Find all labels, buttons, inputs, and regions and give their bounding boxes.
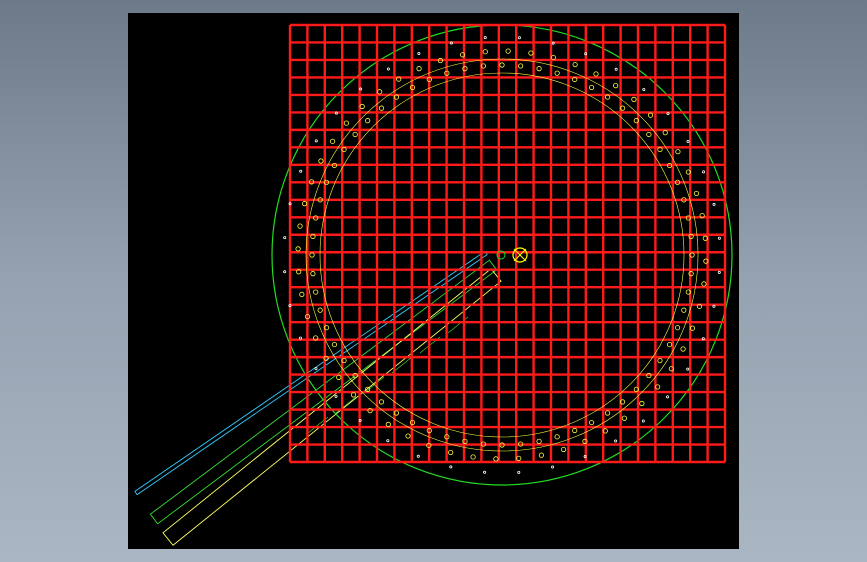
bolt-hole-inner <box>674 325 681 331</box>
bolt-hole-outer <box>647 112 654 118</box>
survey-point <box>686 367 690 371</box>
survey-point <box>483 36 487 40</box>
survey-point <box>386 439 390 443</box>
bolt-hole-inner <box>309 252 315 258</box>
bolt-hole-inner <box>588 419 595 426</box>
bolt-hole-inner <box>554 434 560 440</box>
drawing-canvas[interactable] <box>128 13 739 549</box>
bolt-hole-outer <box>572 61 578 68</box>
bolt-hole-inner <box>499 62 505 68</box>
bolt-hole-inner <box>331 341 338 348</box>
bolt-hole-outer <box>505 48 511 54</box>
bolt-hole-outer <box>538 452 545 458</box>
bolt-hole-outer <box>680 346 686 352</box>
bolt-hole-outer <box>701 281 707 287</box>
bolt-hole-outer <box>299 291 305 298</box>
bolt-hole-inner <box>681 307 687 313</box>
bolt-hole-inner <box>317 307 323 313</box>
survey-point <box>686 139 690 143</box>
survey-point <box>334 394 338 398</box>
bolt-hole-inner <box>313 289 319 295</box>
bolt-hole-outer <box>639 400 645 407</box>
bolt-hole-outer <box>318 158 324 164</box>
survey-point <box>641 419 645 423</box>
survey-point <box>614 67 618 71</box>
bolt-hole-outer <box>631 96 637 102</box>
bolt-hole-outer <box>621 415 627 421</box>
bolt-hole-outer <box>448 449 454 456</box>
bolt-hole-inner <box>657 357 663 364</box>
bolt-hole-inner <box>588 84 595 91</box>
bolt-hole-outer <box>662 130 668 136</box>
survey-point <box>712 304 716 308</box>
survey-point <box>642 87 646 91</box>
survey-point <box>702 170 706 174</box>
cad-viewer <box>0 0 867 562</box>
bolt-hole-inner <box>536 438 542 444</box>
survey-point <box>483 470 487 474</box>
survey-point <box>666 112 670 116</box>
bolt-hole-outer <box>675 149 681 155</box>
survey-point <box>314 139 318 143</box>
bolt-hole-outer <box>343 120 349 126</box>
bolt-hole-inner <box>310 271 316 277</box>
survey-point <box>283 236 287 240</box>
bolt-hole-inner <box>378 399 385 405</box>
survey-point <box>299 169 303 173</box>
survey-point <box>712 202 716 206</box>
bolt-hole-inner <box>646 131 652 138</box>
bolt-hole-outer <box>482 49 488 55</box>
bolt-hole-outer <box>336 374 342 380</box>
survey-point <box>298 336 302 340</box>
survey-point <box>386 67 390 71</box>
survey-point <box>417 51 421 55</box>
bolt-hole-outer <box>405 433 411 439</box>
cad-drawing[interactable] <box>128 13 739 549</box>
bolt-hole-outer <box>470 454 476 460</box>
bolt-hole-inner <box>554 70 560 76</box>
survey-point <box>283 270 287 274</box>
survey-point <box>517 36 521 40</box>
bolt-hole-outer <box>560 446 567 453</box>
bolt-hole-inner <box>572 427 578 434</box>
bolt-hole-outer <box>613 83 619 89</box>
bolt-hole-outer <box>493 456 499 462</box>
bolt-hole-outer <box>350 392 357 398</box>
survey-point <box>717 270 721 274</box>
survey-point <box>449 465 453 469</box>
bolt-hole-outer <box>416 66 422 72</box>
survey-point <box>551 465 555 469</box>
bolt-hole-inner <box>352 131 358 138</box>
bolt-hole-inner <box>518 63 524 69</box>
bolt-hole-outer <box>330 138 336 144</box>
bolt-hole-outer <box>593 71 599 77</box>
bolt-hole-inner <box>365 118 371 124</box>
bolt-hole-inner <box>378 105 385 111</box>
bolt-hole-inner <box>604 410 611 416</box>
survey-point <box>416 454 420 458</box>
pipe-yellow <box>162 268 502 546</box>
bolt-ring-inner-guide <box>319 72 685 438</box>
center-mark <box>496 247 528 263</box>
survey-point <box>314 367 318 371</box>
bolt-hole-inner <box>536 66 542 72</box>
survey-point <box>614 439 618 443</box>
survey-point <box>717 236 721 240</box>
bolt-hole-inner <box>666 341 673 348</box>
bolt-hole-outer <box>301 201 308 207</box>
survey-point <box>517 470 521 474</box>
bolt-hole-outer <box>297 223 303 229</box>
bolt-hole-outer <box>693 190 700 197</box>
bolt-hole-outer <box>295 246 301 252</box>
survey-point <box>666 395 670 399</box>
